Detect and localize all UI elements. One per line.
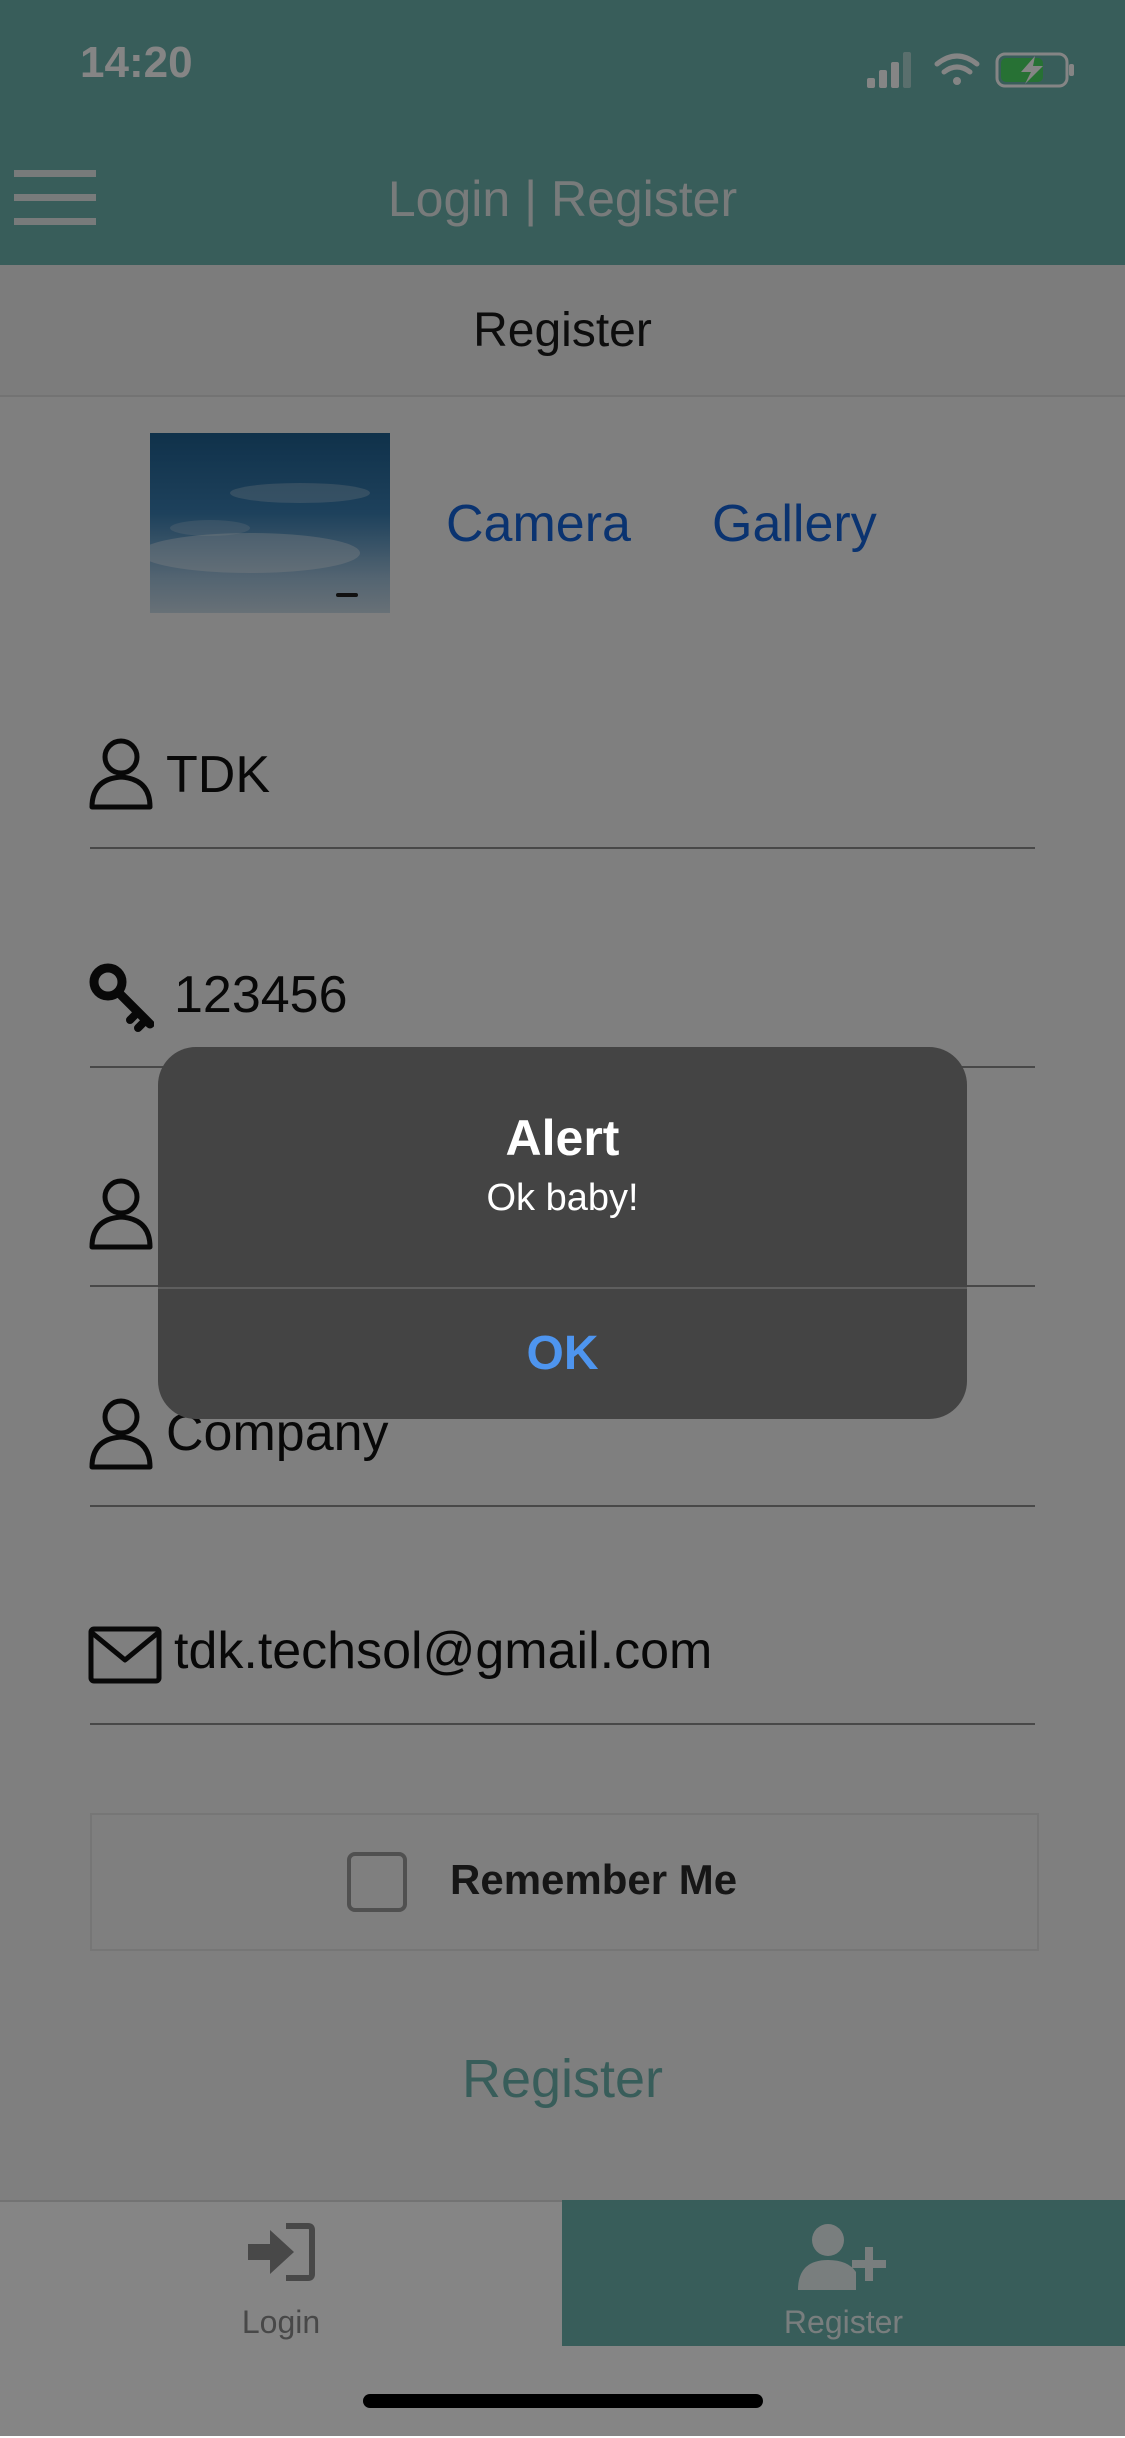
alert-message: Ok baby! [486, 1177, 639, 1219]
alert-title: Alert [505, 1110, 620, 1166]
alert-dialog: Alert Ok baby! OK [158, 1047, 967, 1419]
alert-ok-button[interactable]: OK [158, 1289, 967, 1419]
